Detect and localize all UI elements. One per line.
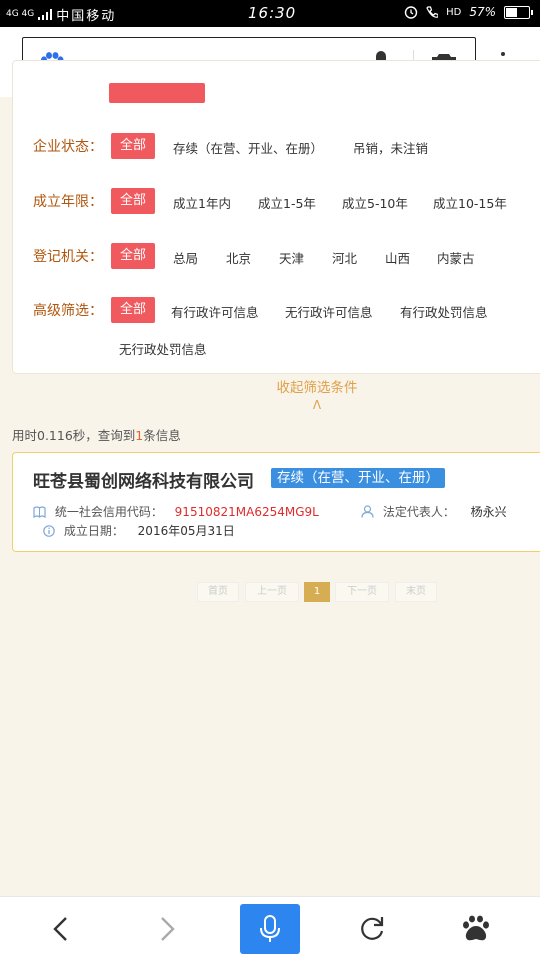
baidu-home-icon[interactable] [458, 911, 494, 947]
filter-option[interactable]: 成立1年内 [173, 193, 231, 212]
legal-rep-value: 杨永兴 [470, 505, 507, 519]
last-page-button[interactable]: 末页 [395, 582, 437, 602]
status-badge: 存续（在营、开业、在册） [271, 468, 445, 488]
filter-label: 企业状态： [33, 139, 103, 155]
alarm-icon [404, 6, 418, 19]
collapse-label: 收起筛选条件 [276, 380, 358, 396]
filter-option[interactable]: 有行政许可信息 [171, 302, 259, 321]
filter-all-button[interactable]: 全部 [111, 297, 155, 323]
result-summary-suffix: 条信息 [143, 428, 181, 443]
legal-rep-row: 法定代表人： 杨永兴 [361, 503, 507, 520]
hidden-row-all-button[interactable] [109, 83, 205, 103]
filter-option[interactable]: 有行政处罚信息 [400, 302, 488, 321]
filter-option[interactable]: 成立5-10年 [342, 193, 408, 212]
filter-option[interactable]: 无行政许可信息 [285, 302, 373, 321]
founded-date-row: 成立日期： 2016年05月31日 [43, 522, 235, 539]
founded-date-value: 2016年05月31日 [137, 524, 235, 538]
prev-page-button[interactable]: 上一页 [245, 582, 299, 602]
forward-icon[interactable] [148, 911, 184, 947]
collapse-filters-toggle[interactable]: 收起筛选条件 Λ [0, 376, 540, 412]
filter-option[interactable]: 吊销，未注销 [353, 138, 428, 157]
book-icon [33, 506, 46, 518]
filter-all-button[interactable]: 全部 [111, 243, 155, 269]
filter-label: 高级筛选： [33, 303, 103, 319]
company-name[interactable]: 旺苍县蜀创网络科技有限公司 [33, 467, 254, 492]
status-bar: 4G 4G 中国移动 16:30 HD 57% [0, 0, 540, 27]
filter-label: 成立年限： [33, 194, 103, 210]
filter-all-button[interactable]: 全部 [111, 133, 155, 159]
filter-option[interactable]: 山西 [385, 248, 410, 267]
result-summary-prefix: 用时0.116秒，查询到 [12, 428, 136, 443]
filter-all-button[interactable]: 全部 [111, 188, 155, 214]
phone-icon [426, 5, 439, 18]
credit-code-row: 统一社会信用代码： 91510821MA6254MG9L [33, 503, 319, 520]
filter-option[interactable]: 总局 [173, 248, 198, 267]
voice-button[interactable] [240, 904, 300, 954]
filter-option[interactable]: 天津 [279, 248, 304, 267]
carrier-name: 中国移动 [56, 9, 117, 24]
credit-code-label: 统一社会信用代码： [54, 505, 163, 519]
person-icon [361, 505, 374, 518]
credit-code-value: 91510821MA6254MG9L [174, 505, 319, 519]
filter-option[interactable]: 存续（在营、开业、在册） [173, 138, 323, 157]
bottom-nav [0, 896, 540, 961]
pagination: 首页 上一页 1 下一页 末页 [0, 582, 540, 602]
filter-option[interactable]: 无行政处罚信息 [119, 339, 207, 358]
chevron-up-icon: Λ [312, 398, 322, 412]
filter-label: 登记机关： [33, 249, 103, 265]
result-summary: 用时0.116秒，查询到1条信息 [12, 425, 181, 444]
clock: 16:30 [248, 4, 297, 22]
mic-icon [260, 915, 280, 942]
battery-icon [504, 5, 533, 19]
legal-rep-label: 法定代表人： [382, 505, 455, 519]
filter-option[interactable]: 内蒙古 [437, 248, 475, 267]
filter-option[interactable]: 河北 [332, 248, 357, 267]
refresh-icon[interactable] [354, 911, 390, 947]
signal-icon [38, 9, 53, 20]
filter-option[interactable]: 成立1-5年 [258, 193, 316, 212]
current-page-button[interactable]: 1 [304, 582, 330, 602]
info-icon [43, 525, 55, 537]
result-card[interactable]: 旺苍县蜀创网络科技有限公司 存续（在营、开业、在册） 统一社会信用代码： 915… [12, 452, 540, 552]
filter-option[interactable]: 成立10-15年 [433, 193, 507, 212]
battery-percent: 57% [469, 5, 496, 19]
next-page-button[interactable]: 下一页 [335, 582, 389, 602]
first-page-button[interactable]: 首页 [197, 582, 239, 602]
back-icon[interactable] [44, 911, 80, 947]
founded-date-label: 成立日期： [63, 524, 124, 538]
hd-indicator: HD [446, 6, 462, 18]
filter-option[interactable]: 北京 [226, 248, 251, 267]
network-indicator: 4G 4G [6, 9, 35, 19]
filter-panel: 企业状态： 全部 存续（在营、开业、在册） 吊销，未注销 成立年限： 全部 成立… [12, 60, 540, 374]
